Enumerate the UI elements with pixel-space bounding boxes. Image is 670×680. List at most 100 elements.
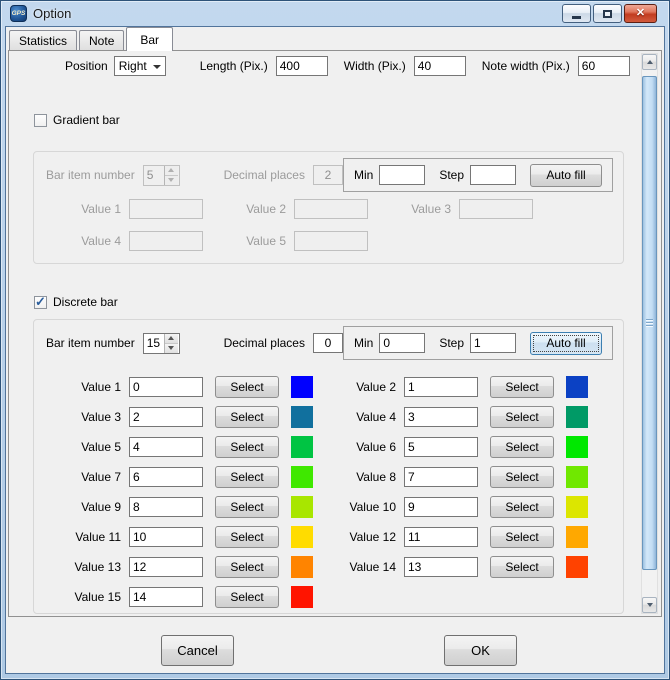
discrete-checkbox-label: Discrete bar xyxy=(53,295,118,309)
gradient-checkbox[interactable] xyxy=(34,114,47,127)
select-color-button[interactable]: Select xyxy=(490,556,554,578)
gradient-header-row: Bar item number Decimal places Min Step xyxy=(34,156,623,194)
gradient-value-item: Value 1 xyxy=(66,198,203,220)
ok-button[interactable]: OK xyxy=(444,635,517,666)
discrete-step-input[interactable] xyxy=(470,333,516,353)
gradient-checkbox-label: Gradient bar xyxy=(53,113,120,127)
discrete-value-input[interactable] xyxy=(404,407,478,427)
discrete-min-input[interactable] xyxy=(379,333,425,353)
gradient-value-item: Value 4 xyxy=(66,230,203,252)
tab-bar[interactable]: Bar xyxy=(126,27,173,51)
gradient-decimal-places-label: Decimal places xyxy=(224,168,305,182)
option-dialog-window: GPS Option ✕ Statistics Note Bar Positio… xyxy=(0,0,670,680)
select-color-button[interactable]: Select xyxy=(215,526,279,548)
spinner-down-button[interactable] xyxy=(165,343,178,353)
triangle-down-icon xyxy=(168,346,174,350)
discrete-value-input[interactable] xyxy=(404,557,478,577)
scrollbar-thumb[interactable] xyxy=(642,76,657,570)
note-width-input[interactable] xyxy=(578,56,630,76)
gradient-bar-row: Gradient bar xyxy=(34,113,120,127)
select-color-button[interactable]: Select xyxy=(490,526,554,548)
select-color-button[interactable]: Select xyxy=(215,376,279,398)
gradient-autofill-button[interactable]: Auto fill xyxy=(530,164,602,187)
gradient-value-label: Value 5 xyxy=(231,234,286,248)
bar-tab-panel: Position Right Length (Pix.) Width (Pix.… xyxy=(8,50,662,617)
discrete-value-input[interactable] xyxy=(129,527,203,547)
gradient-value-item: Value 2 xyxy=(231,198,368,220)
select-color-button[interactable]: Select xyxy=(215,436,279,458)
discrete-value-item: Value 1 Select xyxy=(66,376,313,398)
discrete-value-input[interactable] xyxy=(129,407,203,427)
select-color-button[interactable]: Select xyxy=(215,466,279,488)
discrete-bar-row: Discrete bar xyxy=(34,295,118,309)
discrete-step-label: Step xyxy=(439,336,464,350)
app-icon: GPS xyxy=(10,5,27,22)
position-select[interactable]: Right xyxy=(114,56,166,76)
discrete-bar-item-number-input[interactable] xyxy=(144,334,164,353)
chevron-down-icon xyxy=(153,65,161,69)
restore-button[interactable] xyxy=(593,4,622,23)
close-button[interactable]: ✕ xyxy=(624,4,657,23)
color-swatch xyxy=(566,526,588,548)
discrete-value-input[interactable] xyxy=(404,527,478,547)
select-color-button[interactable]: Select xyxy=(490,436,554,458)
select-color-button[interactable]: Select xyxy=(490,496,554,518)
close-icon: ✕ xyxy=(636,8,645,19)
tab-statistics[interactable]: Statistics xyxy=(9,30,77,50)
discrete-value-input[interactable] xyxy=(129,467,203,487)
discrete-value-item: Value 11Select xyxy=(66,526,313,548)
spinner-up-button xyxy=(165,166,178,175)
position-label: Position xyxy=(65,59,108,73)
discrete-value-input[interactable] xyxy=(404,467,478,487)
discrete-value-item: Value 15Select xyxy=(66,586,313,608)
select-color-button[interactable]: Select xyxy=(215,586,279,608)
width-input[interactable] xyxy=(414,56,466,76)
width-label: Width (Pix.) xyxy=(344,59,406,73)
minimize-button[interactable] xyxy=(562,4,591,23)
color-swatch xyxy=(291,406,313,428)
select-color-button[interactable]: Select xyxy=(215,556,279,578)
discrete-autofill-button[interactable]: Auto fill xyxy=(530,332,602,355)
discrete-value-input[interactable] xyxy=(404,377,478,397)
length-input[interactable] xyxy=(276,56,328,76)
titlebar: GPS Option ✕ xyxy=(5,1,665,26)
select-color-button[interactable]: Select xyxy=(490,376,554,398)
gradient-bar-item-number-spinner xyxy=(143,165,180,186)
discrete-value-item: Value 7Select xyxy=(66,466,313,488)
dialog-footer: Cancel OK xyxy=(6,617,664,672)
select-color-button[interactable]: Select xyxy=(490,466,554,488)
note-width-label: Note width (Pix.) xyxy=(482,59,570,73)
discrete-value-label: Value 1 xyxy=(66,380,121,394)
tab-note[interactable]: Note xyxy=(79,30,124,50)
select-color-button[interactable]: Select xyxy=(490,406,554,428)
select-color-button[interactable]: Select xyxy=(215,496,279,518)
discrete-header-row: Bar item number Decimal places Min Step xyxy=(34,324,623,362)
discrete-value-input[interactable] xyxy=(404,497,478,517)
spinner-up-button[interactable] xyxy=(165,334,178,343)
discrete-value-input[interactable] xyxy=(129,557,203,577)
gradient-min-input[interactable] xyxy=(379,165,425,185)
discrete-value-input[interactable] xyxy=(129,587,203,607)
gradient-bar-groupbox: Bar item number Decimal places Min Step xyxy=(33,151,624,264)
scrollbar-up-button[interactable] xyxy=(642,54,657,70)
discrete-value-input[interactable] xyxy=(129,377,203,397)
gradient-step-input[interactable] xyxy=(470,165,516,185)
discrete-checkbox[interactable] xyxy=(34,296,47,309)
discrete-decimal-places-input[interactable] xyxy=(313,333,343,353)
select-color-button[interactable]: Select xyxy=(215,406,279,428)
color-swatch xyxy=(566,466,588,488)
discrete-value-label: Value 9 xyxy=(66,500,121,514)
discrete-value-item: Value 9 Select xyxy=(66,496,313,518)
discrete-value-item: Value 3Select xyxy=(66,406,313,428)
scrollbar-down-button[interactable] xyxy=(642,597,657,613)
spinner-buttons xyxy=(164,166,178,185)
minimize-icon xyxy=(572,16,581,19)
color-swatch xyxy=(566,406,588,428)
cancel-button[interactable]: Cancel xyxy=(161,635,234,666)
discrete-bar-item-number-label: Bar item number xyxy=(46,336,135,350)
discrete-value-label: Value 6 xyxy=(341,440,396,454)
discrete-value-input[interactable] xyxy=(404,437,478,457)
discrete-value-input[interactable] xyxy=(129,437,203,457)
discrete-value-input[interactable] xyxy=(129,497,203,517)
gradient-value-item: Value 5 xyxy=(231,230,368,252)
